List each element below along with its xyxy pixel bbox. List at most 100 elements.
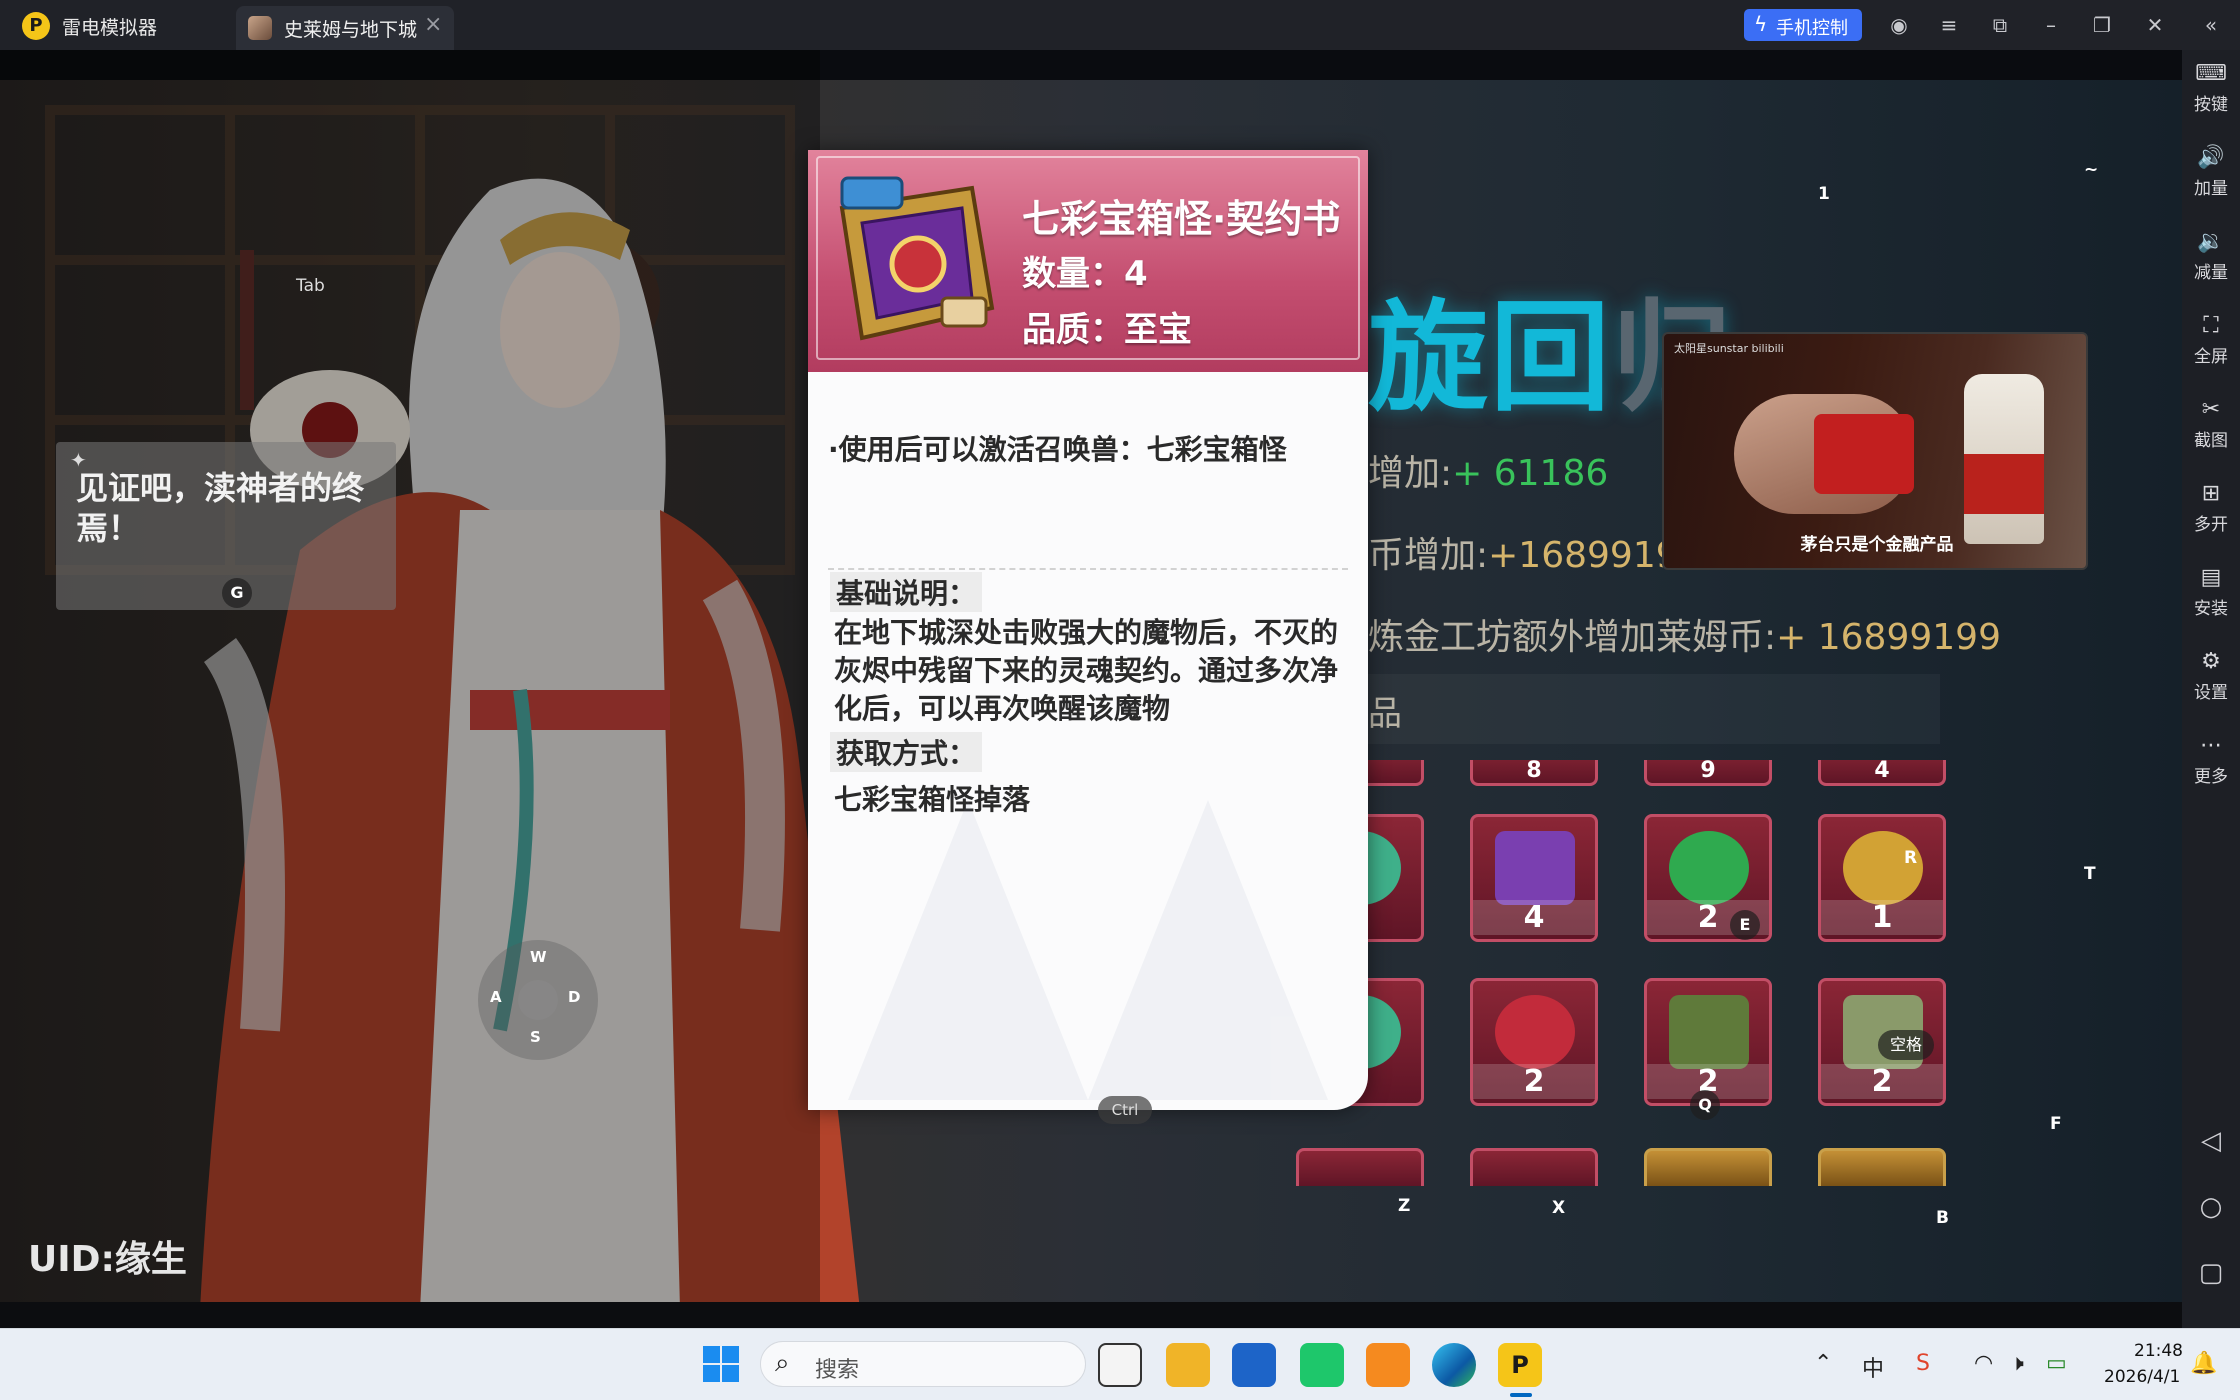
treasure-chest-contract-icon: [839, 176, 995, 341]
phone-control-label: 手机控制: [1776, 18, 1848, 39]
restore-icon[interactable]: ❐: [2087, 10, 2117, 40]
battery-icon[interactable]: ▭: [2046, 1351, 2067, 1376]
sidebar-item-screenshot[interactable]: ✂ 截图: [2182, 396, 2240, 451]
item-slot-partial[interactable]: [1818, 1148, 1946, 1186]
emulator-sidebar: ⌨ 按键 🔊 加量 🔉 减量 ⛶ 全屏 ✂ 截图 ⊞ 多开 ▤ 安装 ⚙ 设置 ⋯ 更多 ◁ ○ …: [2182, 50, 2240, 1328]
taskbar-search-input[interactable]: ⌕ 搜索: [760, 1341, 1086, 1387]
item-detail-popup[interactable]: 七彩宝箱怪·契约书 数量：4 品质：至宝 ·使用后可以激活召唤兽：七彩宝箱怪 基…: [808, 150, 1368, 1110]
item-gem-icon: [1843, 831, 1923, 905]
key-hint-tab: Tab: [296, 276, 325, 296]
sidebar-item-settings[interactable]: ⚙ 设置: [2182, 648, 2240, 703]
sidebar-item-label: 更多: [2194, 767, 2228, 787]
key-hint-ctrl: Ctrl: [1098, 1096, 1152, 1124]
item-slot-partial[interactable]: [1470, 1148, 1598, 1186]
windows-start-icon[interactable]: [702, 1345, 740, 1383]
speaker-icon[interactable]: 🕨: [2010, 1351, 2024, 1376]
key-hint-tilde: ~: [2084, 160, 2099, 180]
android-back-icon[interactable]: ◁: [2182, 1126, 2240, 1156]
sidebar-item-more[interactable]: ⋯ 更多: [2182, 732, 2240, 787]
android-home-icon[interactable]: ○: [2182, 1192, 2240, 1222]
video-caption: 茅台只是个金融产品: [1800, 535, 1954, 555]
edge-browser-icon[interactable]: [1432, 1343, 1476, 1387]
item-slot[interactable]: 2: [1470, 978, 1598, 1106]
fullscreen-icon: ⛶: [2203, 313, 2219, 338]
item-count: 9: [1700, 758, 1716, 783]
item-slot[interactable]: 2: [1644, 978, 1772, 1106]
item-slot-partial[interactable]: [1644, 1148, 1772, 1186]
sidebar-item-multi-instance[interactable]: ⊞ 多开: [2182, 480, 2240, 535]
sidebar-item-label: 安装: [2194, 599, 2228, 619]
item-count: 1: [1821, 900, 1943, 935]
file-explorer-icon[interactable]: [1166, 1343, 1210, 1387]
search-icon: ⌕: [775, 1348, 790, 1378]
sidebar-item-keymap[interactable]: ⌨ 按键: [2182, 60, 2240, 115]
ldplayer-taskbar-icon[interactable]: P: [1498, 1343, 1542, 1387]
tray-overflow-chevron-icon[interactable]: ⌃: [1814, 1351, 1832, 1376]
lightning-icon: ϟ: [1754, 12, 1768, 36]
item-slot[interactable]: 1: [1818, 814, 1946, 942]
item-count: 2: [1473, 1064, 1595, 1099]
reward-title-main: 旋回: [1368, 289, 1612, 428]
key-hint-b: B: [1936, 1208, 1949, 1228]
wifi-icon[interactable]: ◠: [1974, 1351, 1993, 1376]
items-header-bar: [1340, 674, 1940, 744]
item-slot-partial[interactable]: 9: [1644, 758, 1772, 786]
collapse-sidebar-icon[interactable]: «: [2196, 10, 2226, 40]
android-recents-icon[interactable]: ▢: [2182, 1258, 2240, 1288]
key-hint-d: D: [568, 988, 581, 1006]
video-jar: [1814, 414, 1914, 494]
sidebar-item-install[interactable]: ▤ 安装: [2182, 564, 2240, 619]
shopping-app-icon[interactable]: [1366, 1343, 1410, 1387]
popup-use-effect: ·使用后可以激活召唤兽：七彩宝箱怪: [828, 433, 1287, 466]
key-hint-a: A: [490, 988, 502, 1006]
volume-down-icon: 🔉: [2197, 229, 2225, 254]
sidebar-item-volume-down[interactable]: 🔉 减量: [2182, 228, 2240, 283]
joystick-knob[interactable]: [518, 980, 558, 1020]
key-hint-e: E: [1730, 910, 1760, 940]
close-icon[interactable]: ✕: [2140, 10, 2170, 40]
item-slot-partial[interactable]: 8: [1470, 758, 1598, 786]
microsoft-store-icon[interactable]: [1232, 1343, 1276, 1387]
item-slot-partial[interactable]: [1296, 1148, 1424, 1186]
reward-line-value: + 61186: [1452, 453, 1609, 494]
sidebar-item-label: 设置: [2194, 683, 2228, 703]
sidebar-item-volume-up[interactable]: 🔊 加量: [2182, 144, 2240, 199]
item-slot-chest-contract[interactable]: 4: [1470, 814, 1598, 942]
app-name: 雷电模拟器: [62, 17, 158, 39]
item-gem-icon: [1669, 831, 1749, 905]
tab-game[interactable]: 史莱姆与地下城 ×: [236, 6, 454, 50]
sidebar-item-label: 按键: [2194, 95, 2228, 115]
sidebar-item-label: 全屏: [2194, 347, 2228, 367]
task-view-icon[interactable]: [1098, 1343, 1142, 1387]
gear-icon: ⚙: [2201, 649, 2221, 674]
scissors-icon: ✂: [2201, 397, 2221, 422]
popup-item-quantity: 数量：4: [1022, 254, 1148, 294]
minimize-icon[interactable]: –: [2036, 10, 2066, 40]
title-bar: P 雷电模拟器 史莱姆与地下城 × ϟ 手机控制 ◉ ≡ ⧉ – ❐ ✕ «: [0, 0, 2240, 50]
apk-install-icon: ▤: [2200, 565, 2222, 590]
menu-icon[interactable]: ≡: [1934, 10, 1964, 40]
floating-video-player[interactable]: 太阳星sunstar bilibili 茅台只是个金融产品: [1662, 332, 2088, 570]
popup-header: 七彩宝箱怪·契约书 数量：4 品质：至宝: [808, 150, 1368, 372]
clock-date[interactable]: 2026/4/1: [2104, 1367, 2180, 1387]
account-icon[interactable]: ◉: [1884, 10, 1914, 40]
video-bottle-label: [1964, 454, 2044, 514]
sidebar-item-label: 减量: [2194, 263, 2228, 283]
popout-icon[interactable]: ⧉: [1985, 10, 2015, 40]
clock-time[interactable]: 21:48: [2134, 1341, 2183, 1361]
popup-basic-description: 在地下城深处击败强大的魔物后，不灭的灰烬中残留下来的灵魂契约。通过多次净化后，可…: [834, 616, 1339, 725]
key-hint-w: W: [530, 948, 547, 966]
item-count: 8: [1526, 758, 1542, 783]
tab-close-icon[interactable]: ×: [424, 12, 442, 37]
item-slot-partial[interactable]: 4: [1818, 758, 1946, 786]
notification-bell-icon[interactable]: 🔔: [2190, 1351, 2217, 1376]
phone-control-button[interactable]: ϟ 手机控制: [1744, 9, 1862, 41]
more-icon: ⋯: [2200, 733, 2222, 758]
ime-indicator[interactable]: 中: [1862, 1351, 1884, 1383]
sidebar-item-fullscreen[interactable]: ⛶ 全屏: [2182, 312, 2240, 367]
windows-taskbar: ⌕ 搜索 P ⌃ 中 S ◠ 🕨 ▭ 21:48 2026/4/1 🔔: [0, 1328, 2240, 1400]
wasd-joystick[interactable]: W A S D: [478, 940, 598, 1060]
chat-app-icon[interactable]: [1300, 1343, 1344, 1387]
tray-app-icon[interactable]: S: [1916, 1351, 1930, 1376]
popup-basic-header: 基础说明：: [830, 572, 983, 612]
